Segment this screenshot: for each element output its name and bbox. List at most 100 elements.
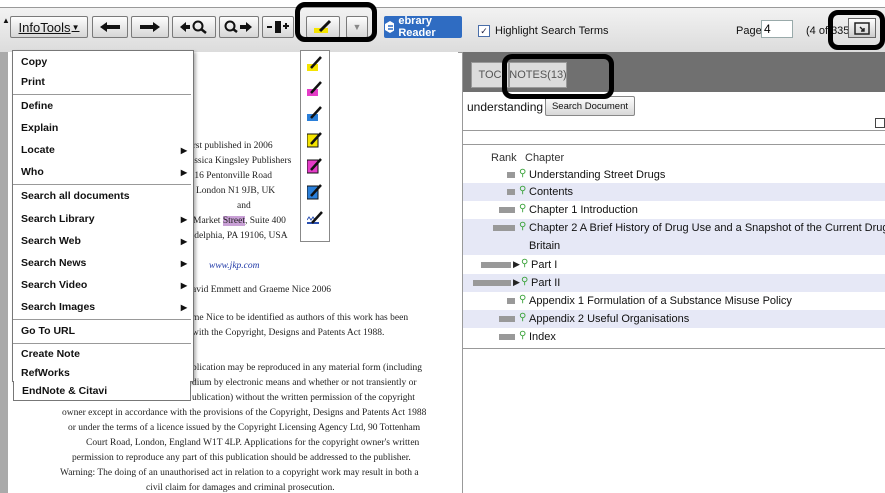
ebrary-reader-button[interactable]: ebrary Reader (384, 15, 462, 39)
doc-line: civil claim for damages and criminal pro… (146, 483, 335, 493)
highlight-terms-checkbox[interactable]: ✓ (478, 25, 490, 37)
menu-item-refworks[interactable]: RefWorks (13, 365, 191, 381)
menu-item-print[interactable]: Print (13, 71, 191, 93)
chapter-title[interactable]: Understanding Street Drugs (529, 169, 665, 181)
search-hit-icon[interactable]: ⚲ (519, 221, 526, 232)
rank-bar (499, 316, 515, 322)
menu-item-explain[interactable]: Explain (13, 117, 191, 139)
chapter-title[interactable]: Appendix 1 Formulation of a Substance Mi… (529, 295, 792, 307)
menu-item-label: Search Library (21, 213, 95, 225)
chapter-title[interactable]: Part I (531, 259, 557, 271)
doc-line: avid Emmett and Graeme Nice 2006 (192, 285, 332, 295)
rank-bar (481, 262, 511, 268)
doc-text-segment: Market (193, 216, 223, 226)
highlight-terms-label: Highlight Search Terms (495, 25, 609, 37)
search-hit-icon[interactable]: ⚲ (521, 276, 528, 287)
expand-arrow-icon[interactable]: ▶ (513, 277, 520, 288)
search-hit-icon[interactable]: ⚲ (519, 294, 526, 305)
document-page-border (0, 52, 8, 493)
menu-item-endnote-citavi[interactable]: EndNote & Citavi (13, 381, 191, 401)
infotools-button[interactable]: InfoTools ▼ (10, 16, 88, 38)
menu-item-copy[interactable]: Copy (13, 51, 191, 73)
rank-bar (507, 189, 515, 195)
highlighter-underline-icon[interactable] (307, 211, 323, 227)
highlighter-yellow-icon[interactable] (307, 56, 323, 72)
forward-button[interactable] (131, 16, 169, 38)
search-back-button[interactable] (172, 16, 216, 38)
expand-arrow-icon[interactable]: ▶ (513, 259, 520, 270)
highlighter-pink-note-icon[interactable] (307, 158, 323, 174)
chapter-title[interactable]: Chapter 2 A Brief History of Drug Use an… (529, 222, 885, 234)
menu-item-who[interactable]: Who ▶ (13, 161, 191, 183)
doc-line: Warning: The doing of an unauthorised ac… (60, 468, 419, 478)
submenu-arrow-icon: ▶ (180, 167, 187, 177)
chapter-title[interactable]: Part II (531, 277, 560, 289)
menu-item-search-web[interactable]: Search Web ▶ (13, 230, 191, 252)
menu-item-search-images[interactable]: Search Images ▶ (13, 296, 191, 318)
doc-line: me Nice to be identified as authors of t… (192, 313, 409, 323)
ebrary-reader-window: ▲ InfoTools ▼ ▼ ebrary Reader ✓ Highligh… (0, 0, 885, 493)
highlighted-search-term: Street (222, 216, 245, 226)
toc-row[interactable]: ⚲ Index (463, 328, 885, 346)
doc-line: with the Copyright, Designs and Patents … (192, 328, 385, 338)
menu-item-go-to-url[interactable]: Go To URL (13, 320, 191, 342)
doc-line: blication may be reproduced in any mater… (192, 363, 423, 373)
publisher-website-link[interactable]: www.jkp.com (209, 261, 260, 271)
search-hit-icon[interactable]: ⚲ (519, 203, 526, 214)
toc-row[interactable]: ⚲ Chapter 1 Introduction (463, 201, 885, 219)
toc-row[interactable]: ⚲ Appendix 2 Useful Organisations (463, 310, 885, 328)
highlighter-yellow-note-icon[interactable] (307, 132, 323, 148)
toc-row[interactable]: ⚲ Appendix 1 Formulation of a Substance M… (463, 292, 885, 310)
chapter-title-continued[interactable]: Britain (529, 240, 560, 252)
highlighter-blue-note-icon[interactable] (307, 184, 323, 200)
menu-item-search-news[interactable]: Search News ▶ (13, 252, 191, 274)
menu-item-label: Search Web (21, 235, 81, 247)
highlighter-pink-icon[interactable] (307, 81, 323, 97)
toc-row[interactable]: ⚲ Chapter 2 A Brief History of Drug Use a… (463, 219, 885, 255)
rank-header: Rank (491, 152, 517, 164)
menu-item-search-library[interactable]: Search Library ▶ (13, 208, 191, 230)
chapter-title[interactable]: Contents (529, 186, 573, 198)
menu-item-label: Search Images (21, 301, 96, 313)
side-panel: TOC NOTES(13) understanding str Search D… (462, 52, 885, 493)
toolbar-buttons: InfoTools ▼ ▼ ebrary Reader (4, 15, 462, 42)
search-hit-icon[interactable]: ⚲ (519, 185, 526, 196)
menu-item-label: EndNote & Citavi (22, 384, 108, 397)
chapter-title[interactable]: Chapter 1 Introduction (529, 204, 638, 216)
doc-line: Court Road, London, England W1T 4LP. App… (86, 438, 420, 448)
menu-item-label: Who (21, 166, 44, 178)
menu-item-locate[interactable]: Locate ▶ (13, 139, 191, 161)
search-hit-icon[interactable]: ⚲ (519, 168, 526, 179)
submenu-arrow-icon: ▶ (180, 280, 187, 290)
submenu-arrow-icon: ▶ (180, 302, 187, 312)
menu-item-create-note[interactable]: Create Note (13, 343, 191, 365)
rank-bar (499, 207, 515, 213)
toc-row[interactable]: ▶ ⚲ Part II (463, 274, 885, 292)
search-forward-button[interactable] (219, 16, 259, 38)
toc-row[interactable]: ⚲ Contents (463, 183, 885, 201)
search-hit-icon[interactable]: ⚲ (519, 312, 526, 323)
menu-item-define[interactable]: Define (13, 95, 191, 117)
rank-bar (473, 280, 511, 286)
resize-icon[interactable] (875, 118, 885, 128)
menu-item-search-video[interactable]: Search Video ▶ (13, 274, 191, 296)
search-hit-icon[interactable]: ⚲ (521, 258, 528, 269)
tab-toc-label: TOC (478, 69, 502, 81)
menu-item-label: Go To URL (21, 325, 76, 337)
menu-item-label: Search Video (21, 279, 88, 291)
toc-row[interactable]: ⚲ Understanding Street Drugs (463, 166, 885, 184)
doc-line: London N1 9JB, UK (196, 186, 276, 196)
arrow-left-icon (100, 22, 120, 32)
panel-divider (463, 144, 885, 145)
toc-row[interactable]: ▶ ⚲ Part I (463, 256, 885, 274)
menu-item-search-all-documents[interactable]: Search all documents (13, 185, 191, 207)
search-document-button[interactable]: Search Document (545, 96, 635, 116)
chapter-title[interactable]: Index (529, 331, 556, 343)
page-label: Page (736, 25, 762, 37)
back-button[interactable] (92, 16, 128, 38)
add-bookmark-button[interactable] (262, 16, 294, 38)
search-hit-icon[interactable]: ⚲ (519, 330, 526, 341)
chapter-title[interactable]: Appendix 2 Useful Organisations (529, 313, 689, 325)
page-number-input[interactable] (761, 20, 793, 38)
highlighter-blue-icon[interactable] (307, 106, 323, 122)
